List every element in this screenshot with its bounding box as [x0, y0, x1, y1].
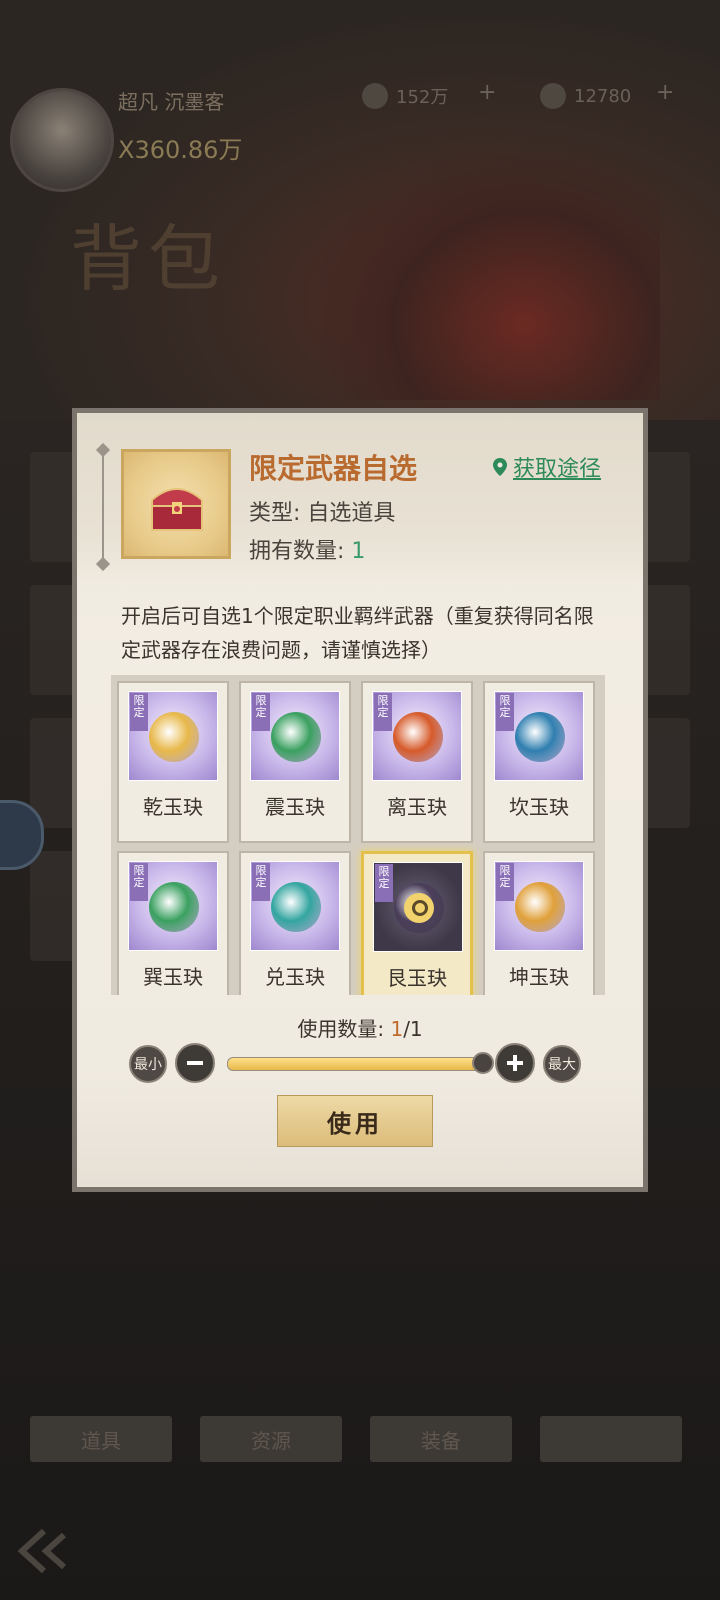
- jade-option[interactable]: 限定坎玉玦: [483, 681, 595, 843]
- quantity-label: 使用数量:: [297, 1017, 385, 1041]
- tab-equipment: 装备: [370, 1416, 512, 1462]
- quantity-current: 1: [390, 1017, 404, 1041]
- limited-tag: 限定: [374, 693, 392, 731]
- jade-option-label: 乾玉玦: [143, 795, 203, 819]
- bottom-tab-bar: 道具 资源 装备: [0, 1410, 720, 1470]
- jade-option[interactable]: 限定坤玉玦: [483, 851, 595, 995]
- jade-pendant-icon: [271, 882, 321, 932]
- owned-label: 拥有数量:: [249, 539, 352, 564]
- jade-option-label: 艮玉玦: [387, 966, 447, 990]
- plus-icon: [507, 1055, 523, 1071]
- gold-amount: 12780: [574, 85, 632, 107]
- quantity-total: /1: [403, 1017, 423, 1041]
- copper-amount: 152万: [396, 87, 449, 108]
- item-name: 限定武器自选: [249, 452, 418, 485]
- jade-option-label: 坤玉玦: [509, 965, 569, 989]
- limited-tag: 限定: [496, 693, 514, 731]
- limited-tag: 限定: [130, 693, 148, 731]
- item-type: 类型: 自选道具: [249, 501, 396, 526]
- jade-option-label: 离玉玦: [387, 795, 447, 819]
- jade-pendant-icon: [515, 882, 565, 932]
- jade-option[interactable]: 限定兑玉玦: [239, 851, 351, 995]
- jade-option[interactable]: 限定震玉玦: [239, 681, 351, 843]
- jade-option[interactable]: 限定离玉玦: [361, 681, 473, 843]
- limited-tag: 限定: [375, 864, 393, 902]
- jade-option[interactable]: 限定乾玉玦: [117, 681, 229, 843]
- jade-option-label: 巽玉玦: [143, 965, 203, 989]
- max-quantity-button[interactable]: 最大: [543, 1045, 581, 1083]
- location-pin-icon: [493, 458, 507, 476]
- back-arrow-icon: [14, 1525, 84, 1577]
- add-gold-icon: +: [656, 80, 675, 105]
- jade-pendant-icon: [393, 712, 443, 762]
- gold-ingot-icon: [540, 83, 566, 109]
- jade-pendant-image: 限定: [128, 691, 218, 781]
- jade-pendant-image: 限定: [372, 691, 462, 781]
- jade-option-label: 震玉玦: [265, 795, 325, 819]
- min-quantity-button[interactable]: 最小: [129, 1045, 167, 1083]
- quantity-row: 使用数量: 1/1: [77, 1013, 643, 1042]
- jade-pendant-icon: [271, 712, 321, 762]
- tab-other: [540, 1416, 682, 1462]
- minus-icon: [187, 1061, 203, 1065]
- tab-resources: 资源: [200, 1416, 342, 1462]
- limited-tag: 限定: [496, 863, 514, 901]
- quantity-slider[interactable]: [227, 1052, 494, 1074]
- jade-pendant-image: 限定: [250, 691, 340, 781]
- copper-resource: 152万: [362, 82, 472, 110]
- use-button[interactable]: 使用: [277, 1095, 433, 1147]
- jade-pendant-image: 限定: [250, 861, 340, 951]
- treasure-chest-icon: [121, 449, 231, 559]
- item-select-dialog: 限定武器自选 类型: 自选道具 拥有数量: 1 获取途径 开启后可自选1个限定职…: [72, 408, 648, 1192]
- slider-handle[interactable]: [472, 1052, 494, 1074]
- jade-option[interactable]: 限定巽玉玦: [117, 851, 229, 995]
- item-owned-count: 拥有数量: 1: [249, 533, 365, 565]
- player-power: X360.86万: [118, 136, 243, 164]
- jade-option-label: 坎玉玦: [509, 795, 569, 819]
- tab-items: 道具: [30, 1416, 172, 1462]
- source-link-label: 获取途径: [513, 457, 602, 482]
- jade-pendant-icon: [515, 712, 565, 762]
- preview-magnifier-icon[interactable]: [404, 893, 434, 923]
- slider-fill: [228, 1058, 484, 1070]
- copper-coin-icon: [362, 83, 388, 109]
- option-grid: 限定 乾玉玦 限定 震玉玦 限定 离玉玦 限定 坎玉玦 限定 巽玉玦 限定 兑玉玦 限定 艮玉玦 限定 坤玉玦: [111, 675, 605, 995]
- jade-option[interactable]: 限定艮玉玦: [361, 851, 473, 995]
- owned-number: 1: [351, 539, 366, 564]
- dialog-body: 限定武器自选 类型: 自选道具 拥有数量: 1 获取途径 开启后可自选1个限定职…: [77, 413, 643, 1187]
- player-name: 超凡 沉墨客: [118, 90, 225, 114]
- scroll-ornament: [102, 451, 104, 561]
- source-link[interactable]: 获取途径: [493, 451, 601, 483]
- add-copper-icon: +: [478, 80, 497, 105]
- item-description: 开启后可自选1个限定职业羁绊武器（重复获得同名限定武器存在浪费问题，请谨慎选择）: [121, 604, 594, 662]
- hero-character: [320, 150, 660, 400]
- decrease-quantity-button[interactable]: [175, 1043, 215, 1083]
- jade-pendant-image: 限定: [494, 691, 584, 781]
- limited-tag: 限定: [252, 863, 270, 901]
- bag-title: 背包: [70, 217, 227, 301]
- jade-pendant-icon: [149, 882, 199, 932]
- limited-tag: 限定: [252, 693, 270, 731]
- increase-quantity-button[interactable]: [495, 1043, 535, 1083]
- jade-pendant-image: 限定: [373, 862, 463, 952]
- jade-option-label: 兑玉玦: [265, 965, 325, 989]
- limited-tag: 限定: [130, 863, 148, 901]
- jade-pendant-image: 限定: [128, 861, 218, 951]
- jade-pendant-image: 限定: [494, 861, 584, 951]
- avatar: [10, 88, 114, 192]
- jade-pendant-icon: [149, 712, 199, 762]
